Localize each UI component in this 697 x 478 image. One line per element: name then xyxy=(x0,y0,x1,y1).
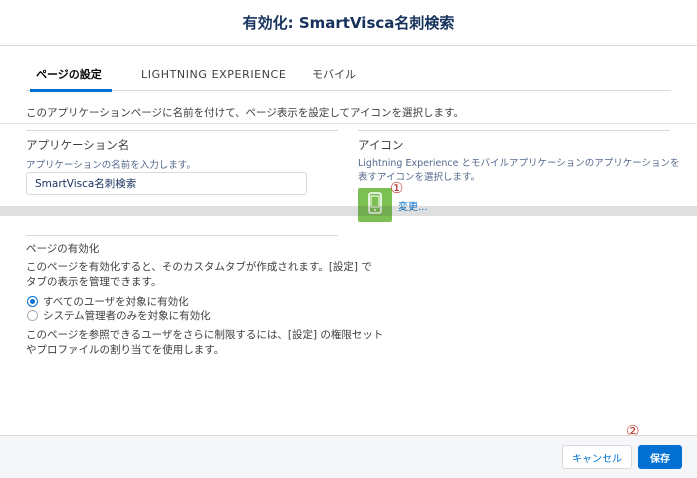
activation-para-2-line-1: このページを参照できるユーザをさらに制限するには、[設定] の権限セット xyxy=(26,329,384,341)
radio-admins-only[interactable]: システム管理者のみを対象に有効化 xyxy=(27,308,211,322)
activation-para-2: このページを参照できるユーザをさらに制限するには、[設定] の権限セット やプロ… xyxy=(26,328,383,358)
save-button[interactable]: 保存 xyxy=(638,445,682,469)
app-name-input[interactable] xyxy=(26,172,307,195)
annotation-marker-1: ① xyxy=(390,179,404,197)
radio-button-unchecked[interactable] xyxy=(27,309,38,321)
radio-button-checked[interactable] xyxy=(27,295,38,307)
icon-section-title: アイコン xyxy=(358,138,404,152)
radio-all-users-label: すべてのユーザを対象に有効化 xyxy=(43,295,189,308)
app-name-section-title: アプリケーション名 xyxy=(26,138,130,152)
tab-page-settings[interactable]: ページの設定 xyxy=(30,60,112,92)
divider xyxy=(0,123,697,124)
radio-all-users[interactable]: すべてのユーザを対象に有効化 xyxy=(27,294,189,308)
activation-para-1-line-1: このページを有効化すると、そのカスタムタブが作成されます。[設定] で xyxy=(26,261,372,273)
activation-modal: 有効化: SmartVisca名刺検索 ページの設定 LIGHTNING EXP… xyxy=(0,0,697,478)
app-name-help-text: アプリケーションの名前を入力します。 xyxy=(26,160,196,171)
icon-help-line-2: 表すアイコンを選択します。 xyxy=(358,172,481,183)
icon-help-line-1: Lightning Experience とモバイルアプリケーションのアプリケー… xyxy=(358,158,680,169)
activation-para-1: このページを有効化すると、そのカスタムタブが作成されます。[設定] で タブの表… xyxy=(26,260,372,290)
radio-admins-only-label: システム管理者のみを対象に有効化 xyxy=(43,309,211,322)
app-icon-preview[interactable] xyxy=(358,188,392,222)
tab-bar: ページの設定 LIGHTNING EXPERIENCE モバイル xyxy=(26,60,671,92)
section-divider xyxy=(26,130,338,131)
backdrop-strip xyxy=(0,206,697,216)
modal-footer: キャンセル 保存 xyxy=(0,435,697,478)
modal-title: 有効化: SmartVisca名刺検索 xyxy=(242,14,455,32)
tab-lightning-experience[interactable]: LIGHTNING EXPERIENCE xyxy=(141,60,286,91)
activation-para-2-line-2: やプロファイルの割り当てを使用します。 xyxy=(26,344,225,356)
modal-body: ページの設定 LIGHTNING EXPERIENCE モバイル このアプリケー… xyxy=(0,46,697,435)
annotation-marker-2: ② xyxy=(626,422,640,435)
modal-header: 有効化: SmartVisca名刺検索 xyxy=(0,0,697,46)
cancel-button[interactable]: キャンセル xyxy=(562,445,632,469)
activation-para-1-line-2: タブの表示を管理できます。 xyxy=(26,276,162,288)
page-description: このアプリケーションページに名前を付けて、ページ表示を設定してアイコンを選択しま… xyxy=(26,107,464,119)
section-divider xyxy=(26,235,338,236)
tab-mobile[interactable]: モバイル xyxy=(312,60,356,91)
section-divider xyxy=(358,130,670,131)
activation-section-title: ページの有効化 xyxy=(26,243,100,255)
